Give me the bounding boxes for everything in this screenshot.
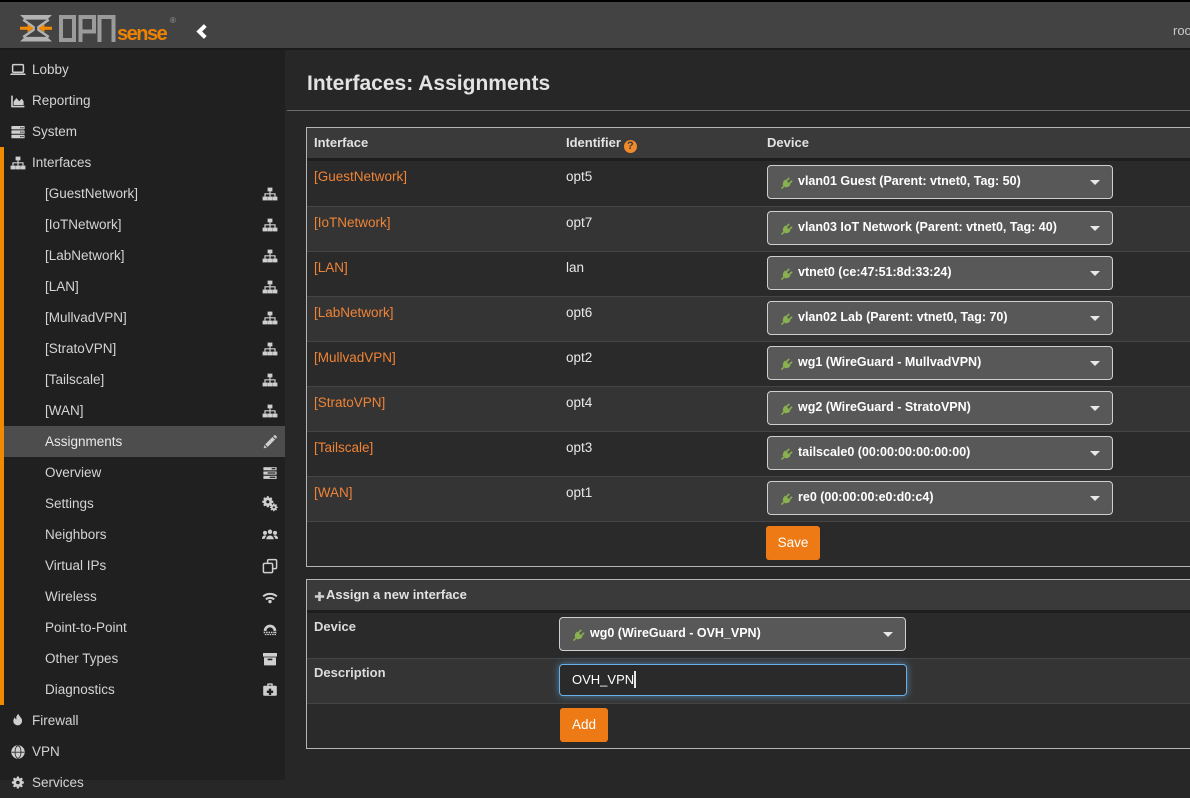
- svg-text:sense: sense: [117, 23, 168, 42]
- svg-text:®: ®: [170, 16, 176, 25]
